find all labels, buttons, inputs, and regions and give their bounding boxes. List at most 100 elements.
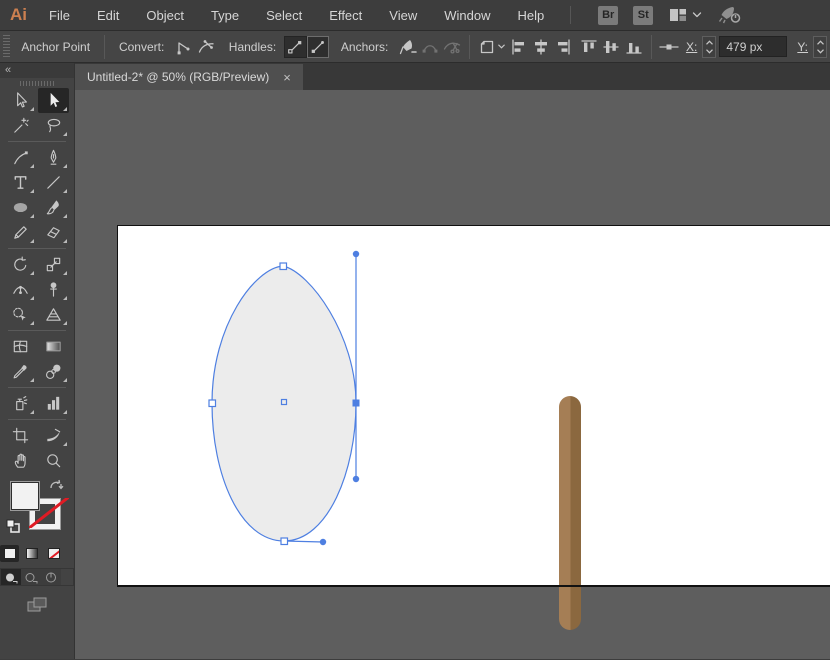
shape-builder-icon — [11, 305, 30, 324]
align-to-dropdown[interactable] — [476, 35, 507, 59]
brush-libraries-button[interactable]: Br — [598, 6, 618, 25]
artboard-tool-icon — [11, 426, 30, 445]
menu-effect[interactable]: Effect — [329, 8, 362, 23]
pencil-tool[interactable] — [5, 220, 36, 245]
zoom-tool[interactable] — [38, 448, 69, 473]
puppet-pin-icon — [44, 280, 63, 299]
zoom-icon — [44, 451, 63, 470]
y-stepper[interactable] — [813, 36, 827, 58]
workspace-switcher-icon — [668, 6, 688, 24]
ellipse-tool[interactable] — [5, 195, 36, 220]
align-horizontal-center-button[interactable] — [530, 35, 552, 59]
handles-label: Handles: — [229, 40, 276, 54]
align-horizontal-right-button[interactable] — [552, 35, 574, 59]
direct-selection-tool[interactable] — [38, 88, 69, 113]
blend-tool[interactable] — [38, 359, 69, 384]
column-graph-tool[interactable] — [38, 391, 69, 416]
stepper-down-icon — [816, 48, 825, 54]
paintbrush-tool[interactable] — [38, 195, 69, 220]
pen-tool[interactable] — [38, 145, 69, 170]
x-label[interactable]: X: — [686, 40, 697, 54]
rotate-tool[interactable] — [5, 252, 36, 277]
gpu-performance-icon[interactable] — [717, 5, 743, 25]
collapse-panel-icon: « — [5, 64, 11, 76]
fill-stroke-controls — [0, 477, 75, 541]
menu-help[interactable]: Help — [517, 8, 544, 23]
align-vertical-bottom-button[interactable] — [623, 35, 645, 59]
menu-edit[interactable]: Edit — [97, 8, 119, 23]
stick-shape[interactable] — [559, 396, 581, 630]
menu-type[interactable]: Type — [211, 8, 239, 23]
stepper-down-icon — [705, 48, 714, 54]
mesh-icon — [11, 337, 30, 356]
menu-window[interactable]: Window — [444, 8, 490, 23]
draw-normal-button[interactable] — [1, 569, 21, 585]
gradient-button[interactable] — [22, 545, 41, 562]
menu-view[interactable]: View — [389, 8, 417, 23]
lasso-tool[interactable] — [38, 113, 69, 138]
menu-object[interactable]: Object — [146, 8, 184, 23]
x-value-input[interactable] — [719, 36, 787, 57]
artboard-tool[interactable] — [5, 423, 36, 448]
slice-tool[interactable] — [38, 423, 69, 448]
perspective-grid-tool[interactable] — [38, 302, 69, 327]
gradient-tool[interactable] — [38, 334, 69, 359]
shape-builder-tool[interactable] — [5, 302, 36, 327]
none-button[interactable] — [44, 545, 63, 562]
puppet-warp-tool[interactable] — [38, 277, 69, 302]
align-vertical-center-button[interactable] — [600, 35, 622, 59]
color-button[interactable] — [0, 545, 19, 562]
symbol-sprayer-tool[interactable] — [5, 391, 36, 416]
convert-to-corner-button[interactable] — [172, 35, 194, 59]
hand-icon — [11, 451, 30, 470]
artboard[interactable] — [117, 225, 830, 587]
symbol-sprayer-icon — [11, 394, 30, 413]
reference-point-selector[interactable] — [658, 35, 680, 59]
tab-close-icon[interactable]: × — [283, 71, 291, 84]
tools-panel-grip[interactable] — [0, 78, 74, 88]
eyedropper-tool[interactable] — [5, 359, 36, 384]
graphic-styles-button[interactable]: St — [633, 6, 653, 25]
align-horizontal-left-button[interactable] — [507, 35, 529, 59]
line-segment-icon — [44, 173, 63, 192]
x-stepper[interactable] — [702, 36, 716, 58]
screen-mode-control[interactable] — [0, 596, 74, 614]
type-tool[interactable] — [5, 170, 36, 195]
document-tab[interactable]: Untitled-2* @ 50% (RGB/Preview) × — [75, 64, 303, 90]
line-segment-tool[interactable] — [38, 170, 69, 195]
curvature-tool[interactable] — [5, 145, 36, 170]
canvas-pasteboard[interactable] — [75, 90, 830, 659]
convert-to-smooth-button[interactable] — [195, 35, 217, 59]
menu-separator — [570, 6, 571, 24]
hide-handles-button[interactable] — [307, 36, 329, 58]
draw-inside-button[interactable] — [41, 569, 61, 585]
selection-tool[interactable] — [5, 88, 36, 113]
swap-fill-stroke-icon[interactable] — [48, 479, 64, 498]
remove-anchor-button[interactable] — [396, 35, 418, 59]
slice-knife-icon — [44, 426, 63, 445]
cut-path-button[interactable] — [441, 35, 463, 59]
show-handles-button[interactable] — [284, 36, 306, 58]
artboard-align-dropdown-icon — [477, 37, 497, 57]
scale-tool[interactable] — [38, 252, 69, 277]
artboard-bottom-edge — [117, 585, 830, 587]
default-fill-stroke-icon[interactable] — [6, 519, 20, 538]
align-vertical-top-button[interactable] — [578, 35, 600, 59]
menu-file[interactable]: File — [49, 8, 70, 23]
fill-swatch[interactable] — [10, 481, 40, 511]
workspace-switcher[interactable] — [668, 6, 702, 24]
connect-endpoints-button[interactable] — [419, 35, 441, 59]
control-bar: Anchor Point Convert: Handles: — [0, 30, 830, 63]
width-tool[interactable] — [5, 277, 36, 302]
pen-tool-icon — [44, 148, 63, 167]
hand-tool[interactable] — [5, 448, 36, 473]
collapse-panel-button[interactable]: « — [0, 63, 74, 78]
eraser-tool[interactable] — [38, 220, 69, 245]
y-label[interactable]: Y: — [797, 40, 808, 54]
magic-wand-tool[interactable] — [5, 113, 36, 138]
type-tool-icon — [11, 173, 30, 192]
draw-behind-button[interactable] — [21, 569, 41, 585]
mesh-tool[interactable] — [5, 334, 36, 359]
control-bar-grip[interactable] — [2, 35, 10, 59]
menu-select[interactable]: Select — [266, 8, 302, 23]
